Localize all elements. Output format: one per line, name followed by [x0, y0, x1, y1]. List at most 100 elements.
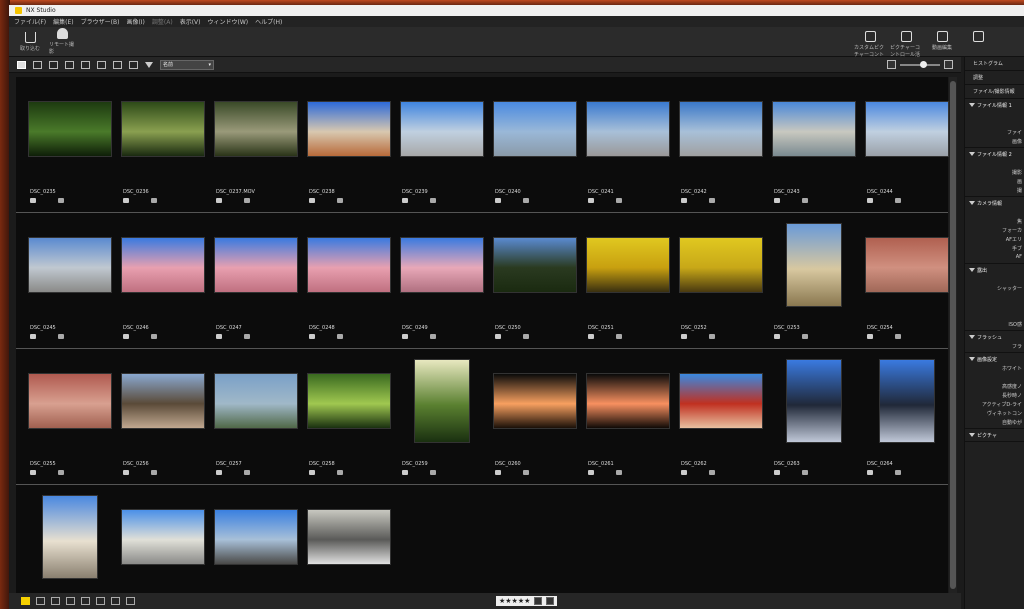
thumbnail-cell[interactable] — [214, 485, 304, 609]
rating-stars[interactable]: ★★★★★ — [499, 597, 530, 605]
thumbnail-image[interactable] — [121, 509, 205, 565]
thumbnail-cell[interactable]: DSC_0241 — [586, 77, 676, 213]
info-tab[interactable]: ファイル/撮影情報 — [965, 85, 1024, 99]
thumbnail-image[interactable] — [493, 101, 577, 157]
info-section-header[interactable]: フラッシュ — [965, 331, 1024, 343]
fullscreen-button[interactable] — [129, 60, 138, 69]
thumbnail-image[interactable] — [400, 237, 484, 293]
thumbnail-cell[interactable] — [307, 485, 397, 609]
thumbnail-image[interactable] — [786, 359, 842, 443]
thumbnail-image[interactable] — [679, 373, 763, 429]
label-box[interactable] — [534, 597, 543, 605]
thumbnail-image[interactable] — [493, 237, 577, 293]
thumbnail-cell[interactable]: DSC_0255 — [28, 349, 118, 485]
sort-select[interactable]: 名前 ▾ — [160, 59, 214, 70]
thumbnail-cell[interactable]: DSC_0247 — [214, 213, 304, 349]
thumbnail-cell[interactable]: DSC_0245 — [28, 213, 118, 349]
compare-view-button[interactable] — [81, 60, 90, 69]
scrollbar-thumb[interactable] — [950, 81, 956, 589]
thumbnail-image[interactable] — [28, 373, 112, 429]
zoom-in-button[interactable] — [944, 60, 953, 69]
thumbnail-image[interactable] — [865, 101, 949, 157]
thumbnail-cell[interactable]: DSC_0238 — [307, 77, 397, 213]
thumbnail-image[interactable] — [586, 101, 670, 157]
list-button[interactable] — [66, 597, 75, 605]
menu-adjust[interactable]: 調整(A) — [152, 17, 173, 26]
thumbnail-image[interactable] — [307, 509, 391, 565]
thumbnail-cell[interactable]: DSC_0251 — [586, 213, 676, 349]
thumbnail-image[interactable] — [879, 359, 935, 443]
thumbnail-cell[interactable]: DSC_0258 — [307, 349, 397, 485]
thumbnail-cell[interactable]: DSC_0248 — [307, 213, 397, 349]
thumbnail-image[interactable] — [307, 101, 391, 157]
thumbnail-image[interactable] — [214, 509, 298, 565]
info-section-header[interactable]: ピクチャ — [965, 429, 1024, 441]
thumbnail-cell[interactable] — [121, 485, 211, 609]
menu-edit[interactable]: 編集(E) — [53, 17, 73, 26]
grid-scrollbar[interactable] — [949, 77, 957, 597]
rotate-right-button[interactable] — [126, 597, 135, 605]
thumbnail-cell[interactable]: DSC_0264 — [865, 349, 955, 485]
thumbnail-cell[interactable]: DSC_0260 — [493, 349, 583, 485]
thumbnail-cell[interactable]: DSC_0252 — [679, 213, 769, 349]
thumbnail-cell[interactable]: DSC_0249 — [400, 213, 490, 349]
protect-box[interactable] — [546, 597, 555, 605]
thumbnail-image[interactable] — [28, 101, 112, 157]
info-button[interactable] — [51, 597, 60, 605]
thumbnail-cell[interactable]: DSC_0243 — [772, 77, 862, 213]
thumbnail-image[interactable] — [121, 101, 205, 157]
thumbnail-image[interactable] — [121, 373, 205, 429]
thumbnail-image[interactable] — [214, 101, 298, 157]
thumbnail-image[interactable] — [586, 373, 670, 429]
label-filter-button[interactable] — [21, 597, 30, 605]
thumbnail-cell[interactable]: DSC_0244 — [865, 77, 955, 213]
thumbnail-image[interactable] — [42, 495, 98, 579]
thumbnail-cell[interactable]: DSC_0250 — [493, 213, 583, 349]
menu-view[interactable]: 表示(V) — [180, 17, 201, 26]
rotate-left-button[interactable] — [111, 597, 120, 605]
menu-browser[interactable]: ブラウザー(B) — [81, 17, 120, 26]
thumbnail-image[interactable] — [400, 101, 484, 157]
filmstrip-view-button[interactable] — [65, 60, 74, 69]
histogram-button[interactable] — [96, 597, 105, 605]
thumbnail-cell[interactable]: DSC_0246 — [121, 213, 211, 349]
info-section-header[interactable]: ファイル情報 1 — [965, 99, 1024, 111]
menu-window[interactable]: ウィンドウ(W) — [207, 17, 248, 26]
thumbnail-cell[interactable]: DSC_0263 — [772, 349, 862, 485]
thumbnail-image[interactable] — [679, 237, 763, 293]
thumbnail-cell[interactable]: DSC_0262 — [679, 349, 769, 485]
info-section-header[interactable]: 露出 — [965, 264, 1024, 276]
info-section-header[interactable]: 画像設定 — [965, 353, 1024, 365]
thumbnail-cell[interactable]: DSC_0261 — [586, 349, 676, 485]
filter-icon[interactable] — [145, 61, 153, 68]
histogram-header[interactable]: ヒストグラム — [965, 57, 1024, 71]
thumbnail-size-slider[interactable] — [900, 60, 940, 68]
thumbnail-image[interactable] — [307, 237, 391, 293]
thumbnail-cell[interactable] — [28, 485, 118, 609]
thumbnail-image[interactable] — [586, 237, 670, 293]
thumbnail-cell[interactable]: DSC_0257 — [214, 349, 304, 485]
thumbnail-image[interactable] — [414, 359, 470, 443]
thumbnail-cell[interactable]: DSC_0240 — [493, 77, 583, 213]
thumbnail-image[interactable] — [307, 373, 391, 429]
thumbnail-image[interactable] — [121, 237, 205, 293]
thumbnail-cell[interactable]: DSC_0256 — [121, 349, 211, 485]
thumbnail-cell[interactable]: DSC_0254 — [865, 213, 955, 349]
thumbnail-cell[interactable]: DSC_0253 — [772, 213, 862, 349]
thumbnail-image[interactable] — [865, 237, 949, 293]
adjust-tab[interactable]: 調整 — [965, 71, 1024, 85]
thumbnail-cell[interactable]: DSC_0239 — [400, 77, 490, 213]
thumbnail-image[interactable] — [214, 237, 298, 293]
compare-2-view-button[interactable] — [97, 60, 106, 69]
grid-options-button[interactable] — [113, 60, 122, 69]
thumbnail-image[interactable] — [679, 101, 763, 157]
thumbnail-image[interactable] — [493, 373, 577, 429]
thumbnail-cell[interactable]: DSC_0236 — [121, 77, 211, 213]
thumbnail-image[interactable] — [786, 223, 842, 307]
import-button[interactable]: 取り込む — [17, 31, 43, 52]
thumbnail-cell[interactable]: DSC_0237.MOV — [214, 77, 304, 213]
thumbnail-image[interactable] — [214, 373, 298, 429]
columns-button[interactable] — [81, 597, 90, 605]
rating-control[interactable]: ★★★★★ — [496, 596, 558, 606]
thumbnail-cell[interactable]: DSC_0235 — [28, 77, 118, 213]
